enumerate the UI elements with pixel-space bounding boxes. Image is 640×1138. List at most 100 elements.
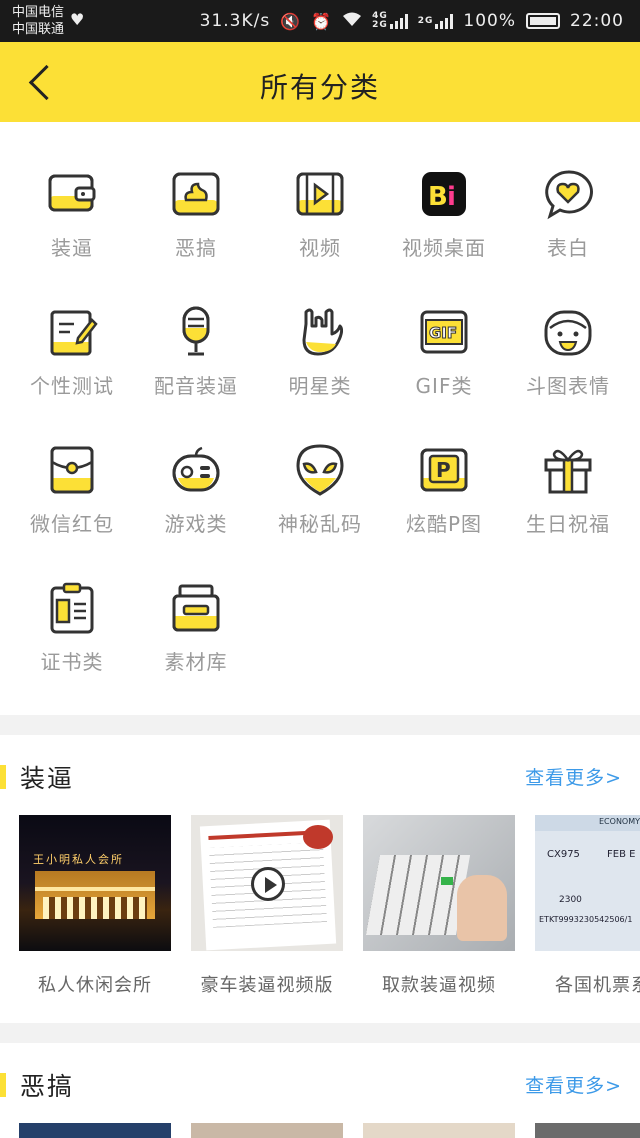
play-icon[interactable]	[251, 867, 285, 901]
carrier-info: 中国电信 中国联通	[12, 4, 64, 38]
hand-shape	[457, 875, 507, 941]
p-icon: P	[420, 448, 468, 492]
category-item[interactable]: 斗图表情	[504, 304, 632, 399]
category-item[interactable]: 装逼	[8, 166, 136, 261]
thumbnail-car-video[interactable]	[191, 815, 343, 951]
category-item[interactable]: 配音装逼	[132, 304, 260, 399]
svg-text:GIF: GIF	[429, 324, 457, 342]
category-item[interactable]: 生日祝福	[504, 442, 632, 537]
section-title: 装逼	[20, 764, 75, 793]
category-label: 表白	[547, 236, 589, 260]
category-item[interactable]: 表白	[504, 166, 632, 261]
microphone-icon	[182, 306, 210, 356]
category-label: 配音装逼	[154, 374, 238, 398]
battery-icon	[526, 13, 560, 29]
video-icon	[296, 172, 344, 216]
thumbnail-caption: 各国机票系	[555, 975, 640, 996]
category-item[interactable]: 证书类	[8, 580, 136, 675]
clock: 22:00	[570, 11, 624, 31]
category-label: 恶搞	[175, 236, 217, 260]
carrier-2: 中国联通	[12, 22, 65, 37]
car-key-shape	[303, 825, 333, 849]
category-item[interactable]: 素材库	[132, 580, 260, 675]
thumbnail-partial[interactable]	[19, 1123, 171, 1138]
category-item[interactable]: 神秘乱码	[256, 442, 384, 537]
gift-icon	[544, 449, 592, 494]
wifi-icon	[342, 11, 362, 31]
test-paper-icon	[50, 310, 98, 356]
category-label: 视频	[299, 236, 341, 260]
material-box-icon	[172, 584, 220, 632]
category-label: 炫酷P图	[405, 512, 483, 536]
thumbnail-ticket[interactable]: ECONOMY CX975 FEB E 2300 ETKT99932305425…	[535, 815, 640, 951]
category-label: 个性测试	[30, 374, 114, 398]
signal-bars-icon	[389, 13, 408, 29]
health-heart-icon: ♥	[70, 10, 85, 29]
red-packet-icon	[50, 446, 94, 494]
category-item[interactable]: 游戏类	[132, 442, 260, 537]
section-accent-bar	[0, 765, 6, 789]
category-item[interactable]: 视频	[256, 166, 384, 261]
category-label: 明星类	[288, 374, 352, 398]
category-item[interactable]: 个性测试	[8, 304, 136, 399]
keypad-shape	[365, 855, 471, 935]
section-accent-bar	[0, 1073, 6, 1097]
thumbnail-partial[interactable]	[191, 1123, 343, 1138]
category-item[interactable]: P 炫酷P图	[380, 442, 508, 537]
gamepad-icon	[172, 446, 220, 492]
category-item[interactable]: GIF GIF类	[380, 304, 508, 399]
heart-bubble-icon	[545, 170, 593, 220]
category-grid: 装逼 恶搞 视频 Bi 视频桌面 表白 个性测试 配音装逼 明星类 GIF GI…	[0, 122, 640, 715]
alarm-icon: ⏰	[311, 11, 333, 31]
battery-percent: 100%	[463, 11, 516, 31]
category-item[interactable]: 恶搞	[132, 166, 260, 261]
gif-icon: GIF	[420, 310, 468, 354]
bi-icon: Bi	[422, 172, 466, 216]
app-bar: 所有分类	[0, 42, 640, 122]
mute-icon: 🔇	[280, 11, 302, 31]
thumbnail-caption: 取款装逼视频	[382, 975, 496, 996]
category-label: 游戏类	[164, 512, 228, 536]
category-label: 装逼	[51, 236, 93, 260]
alien-icon	[296, 444, 344, 496]
wallet-icon	[48, 174, 96, 212]
section-title: 恶搞	[20, 1072, 75, 1101]
carrier-1: 中国电信	[12, 5, 65, 20]
face-icon	[544, 310, 592, 356]
signal-2g: 2G	[418, 13, 454, 29]
category-label: 神秘乱码	[278, 512, 362, 536]
thumbnail-partial[interactable]	[535, 1123, 640, 1138]
see-more-link[interactable]: 查看更多>	[525, 763, 622, 790]
thumbnail-club[interactable]: 王小明私人会所	[19, 815, 171, 951]
signal-bars-icon	[435, 13, 454, 29]
category-label: 生日祝福	[526, 512, 610, 536]
certificate-icon	[50, 582, 94, 634]
status-bar: 中国电信 中国联通 ♥ 31.3K/s 🔇 ⏰ 4G 2G 2G 100% 22…	[0, 0, 640, 42]
thumbnail-partial[interactable]	[363, 1123, 515, 1138]
category-label: 素材库	[164, 650, 228, 674]
category-label: 斗图表情	[526, 374, 610, 398]
category-item[interactable]: 明星类	[256, 304, 384, 399]
section-zhuangbi: 装逼 查看更多> 王小明私人会所 私人休闲会所 豪车装逼视频版 取款装逼视频 E…	[0, 735, 640, 1023]
net-speed: 31.3K/s	[199, 11, 271, 31]
club-sign: 王小明私人会所	[33, 853, 124, 866]
thumbnail-atm[interactable]	[363, 815, 515, 951]
svg-text:P: P	[436, 458, 451, 482]
status-icons: 31.3K/s 🔇 ⏰ 4G 2G 2G 100% 22:00	[200, 0, 624, 42]
section-egao: 恶搞 查看更多>	[0, 1043, 640, 1138]
category-item[interactable]: Bi 视频桌面	[380, 166, 508, 261]
svg-text:B: B	[428, 182, 448, 212]
thumbnail-caption: 豪车装逼视频版	[200, 975, 334, 996]
rock-hand-icon	[302, 308, 344, 356]
category-label: 微信红包	[30, 512, 114, 536]
category-item[interactable]: 微信红包	[8, 442, 136, 537]
category-label: 证书类	[40, 650, 104, 674]
svg-text:i: i	[447, 182, 456, 212]
poop-icon	[172, 172, 220, 216]
signal-4g: 4G 2G	[372, 12, 408, 30]
thumbnail-caption: 私人休闲会所	[38, 975, 152, 996]
category-label: GIF类	[415, 374, 473, 398]
page-title: 所有分类	[259, 71, 380, 104]
see-more-link[interactable]: 查看更多>	[525, 1071, 622, 1098]
category-label: 视频桌面	[402, 236, 486, 260]
